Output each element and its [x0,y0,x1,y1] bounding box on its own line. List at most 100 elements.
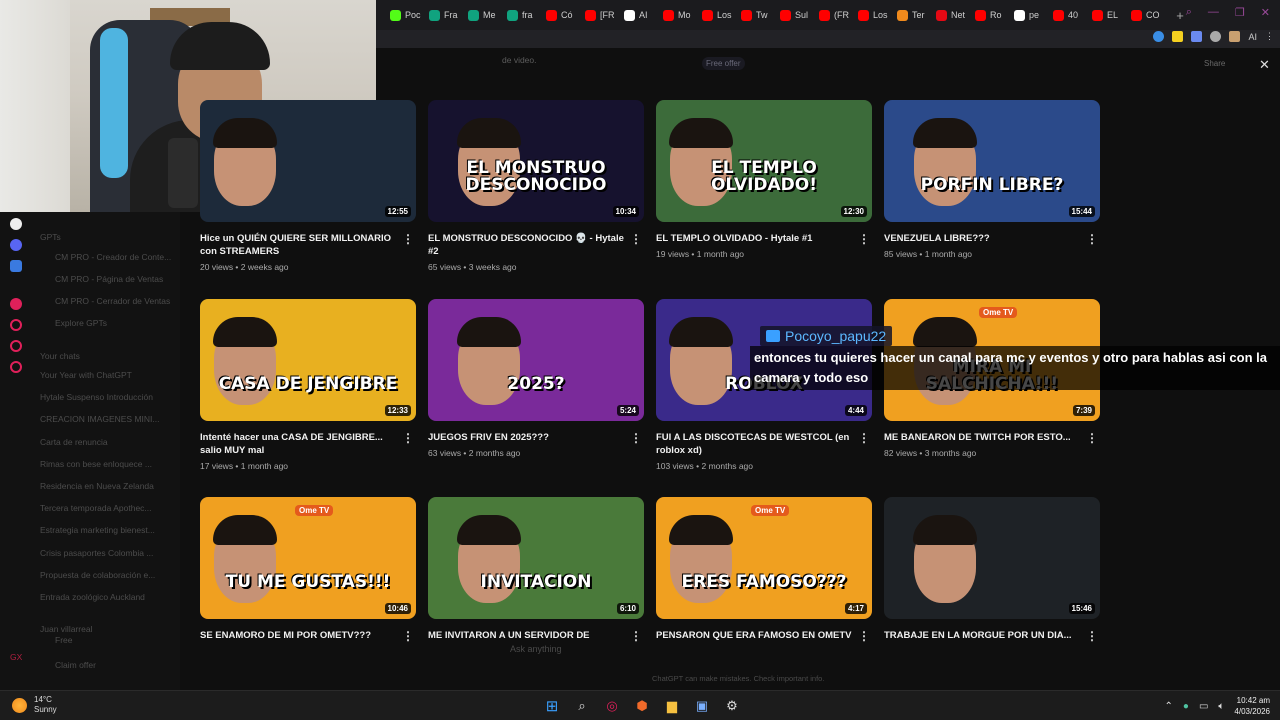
video-title[interactable]: JUEGOS FRIV EN 2025??? [428,431,626,444]
video-card[interactable]: Ome TV ERES FAMOSO??? 4:17 PENSARON QUE ERA… [656,497,874,643]
video-title[interactable]: SE ENAMORO DE MI POR OMETV??? [200,629,398,642]
chat-icon[interactable] [10,340,22,352]
video-card[interactable]: PORFIN LIBRE? 15:44 VENEZUELA LIBRE??? 85 v… [884,100,1102,259]
more-options-icon[interactable]: ⋮ [1086,431,1098,445]
browser-tab[interactable]: AI [624,4,663,26]
tiktok-icon[interactable] [10,218,22,230]
browser-tab[interactable]: Mo [663,4,702,26]
app-icon[interactable] [10,260,22,272]
browser-tab[interactable]: Fra [429,4,468,26]
extension-icon[interactable] [1191,31,1203,42]
music-icon[interactable] [10,298,22,310]
start-icon[interactable]: ⊞ [542,696,562,716]
more-options-icon[interactable]: ⋮ [402,431,414,445]
app-hex-icon[interactable]: ⬢ [632,696,652,716]
browser-tab[interactable]: EL [1092,4,1131,26]
more-options-icon[interactable]: ⋮ [630,232,642,246]
browser-tab[interactable]: Ro [975,4,1014,26]
browser-tab[interactable]: [FR [585,4,624,26]
more-options-icon[interactable]: ⋮ [630,629,642,643]
browser-tab[interactable]: Poc [390,4,429,26]
browser-tab[interactable]: pe [1014,4,1053,26]
video-thumbnail[interactable]: 12:55 [200,100,416,222]
video-title[interactable]: VENEZUELA LIBRE??? [884,232,1082,245]
browser-tab[interactable]: fra [507,4,546,26]
video-thumbnail[interactable]: 2025? 5:24 [428,299,644,421]
video-card[interactable]: 2025? 5:24 JUEGOS FRIV EN 2025??? 63 views … [428,299,646,458]
more-options-icon[interactable]: ⋮ [402,232,414,246]
browser-tab[interactable]: Sul [780,4,819,26]
browser-tab[interactable]: CO [1131,4,1170,26]
file-explorer-icon[interactable]: ▆ [662,696,682,716]
video-card[interactable]: EL MONSTRUO DESCONOCIDO 10:34 EL MONSTRUO … [428,100,646,272]
clock[interactable]: 10:42 am 4/03/2026 [1234,695,1270,717]
microphone-icon[interactable]: ● [1183,701,1189,712]
browser-tab[interactable]: Los [702,4,741,26]
more-options-icon[interactable]: ⋮ [1086,232,1098,246]
close-window-icon[interactable]: ✕ [1261,6,1270,19]
video-thumbnail[interactable]: EL TEMPLO OLVIDADO! 12:30 [656,100,872,222]
tab-label: CO [1146,10,1160,20]
minimize-icon[interactable]: — [1208,6,1219,19]
video-thumbnail[interactable]: CASA DE JENGIBRE 12:33 [200,299,416,421]
ghost-sidebar-item: Residencia en Nueva Zelanda [40,481,154,491]
browser-tab[interactable]: Net [936,4,975,26]
extension-icon[interactable] [1172,31,1184,42]
more-options-icon[interactable]: ⋮ [858,431,870,445]
opera-gx-icon[interactable]: ◎ [602,696,622,716]
video-thumbnail[interactable]: Ome TV ERES FAMOSO??? 4:17 [656,497,872,619]
video-title[interactable]: ME BANEARON DE TWITCH POR ESTO... [884,431,1082,444]
more-options-icon[interactable]: ⋮ [402,629,414,643]
search-tabs-icon[interactable]: ⌕ [1186,6,1192,19]
video-card[interactable]: CASA DE JENGIBRE 12:33 Intenté hacer una C… [200,299,418,471]
browser-tab[interactable]: Me [468,4,507,26]
video-card[interactable]: EL TEMPLO OLVIDADO! 12:30 EL TEMPLO OLVIDA… [656,100,874,259]
browser-tab[interactable]: Có [546,4,585,26]
video-title[interactable]: TRABAJE EN LA MORGUE POR UN DIA... [884,629,1082,642]
puzzle-icon[interactable] [1210,31,1222,42]
discord-icon[interactable] [10,239,22,251]
more-options-icon[interactable]: ⋮ [858,629,870,643]
video-thumbnail[interactable]: PORFIN LIBRE? 15:44 [884,100,1100,222]
video-meta: ME INVITARON A UN SERVIDOR DE ⋮ [428,629,646,643]
menu-icon[interactable]: ⋮ [1265,31,1274,42]
ai-extension-label[interactable]: AI [1248,32,1257,42]
video-card[interactable]: Ome TV TU ME GUSTAS!!! 10:46 SE ENAMORO DE … [200,497,418,643]
browser-tab[interactable]: Ter [897,4,936,26]
more-options-icon[interactable]: ⋮ [1086,629,1098,643]
weather-widget[interactable]: 14°C Sunny [12,695,57,715]
video-title[interactable]: PENSARON QUE ERA FAMOSO EN OMETV [656,629,854,642]
extension-icon[interactable] [1153,31,1165,42]
browser-tab[interactable]: Tw [741,4,780,26]
video-thumbnail[interactable]: Ome TV TU ME GUSTAS!!! 10:46 [200,497,416,619]
video-title[interactable]: EL TEMPLO OLVIDADO - Hytale #1 [656,232,854,245]
settings-icon[interactable] [10,361,22,373]
chevron-up-icon[interactable]: ⌃ [1165,701,1173,712]
profile-avatar[interactable] [1229,31,1241,42]
video-card[interactable]: 12:55 Hice un QUIÉN QUIERE SER MILLONARIO… [200,100,418,272]
restore-icon[interactable]: ❐ [1235,6,1245,19]
store-icon[interactable]: ▣ [692,696,712,716]
search-icon[interactable]: ⌕ [572,696,592,716]
youtube-icon [975,9,986,21]
video-thumbnail[interactable]: INVITACION 6:10 [428,497,644,619]
video-title[interactable]: EL MONSTRUO DESCONOCIDO 💀 - Hytale #2 [428,232,626,258]
video-card[interactable]: INVITACION 6:10 ME INVITARON A UN SERVIDOR… [428,497,646,643]
video-card[interactable]: 15:46 TRABAJE EN LA MORGUE POR UN DIA... ⋮ [884,497,1102,643]
video-title[interactable]: FUI A LAS DISCOTECAS DE WESTCOL (en robl… [656,431,854,457]
video-title[interactable]: ME INVITARON A UN SERVIDOR DE [428,629,626,642]
network-icon[interactable]: ▭ [1199,701,1208,712]
history-icon[interactable] [10,319,22,331]
more-options-icon[interactable]: ⋮ [858,232,870,246]
close-icon[interactable]: ✕ [1259,57,1270,73]
video-thumbnail[interactable]: 15:46 [884,497,1100,619]
more-options-icon[interactable]: ⋮ [630,431,642,445]
volume-icon[interactable]: 🔈︎ [1218,701,1224,712]
browser-tab[interactable]: 40 [1053,4,1092,26]
video-thumbnail[interactable]: EL MONSTRUO DESCONOCIDO 10:34 [428,100,644,222]
settings-icon[interactable]: ⚙ [722,696,742,716]
browser-tab[interactable]: Los [858,4,897,26]
video-title[interactable]: Intenté hacer una CASA DE JENGIBRE... sa… [200,431,398,457]
browser-tab[interactable]: (FR [819,4,858,26]
video-title[interactable]: Hice un QUIÉN QUIERE SER MILLONARIO con … [200,232,398,258]
